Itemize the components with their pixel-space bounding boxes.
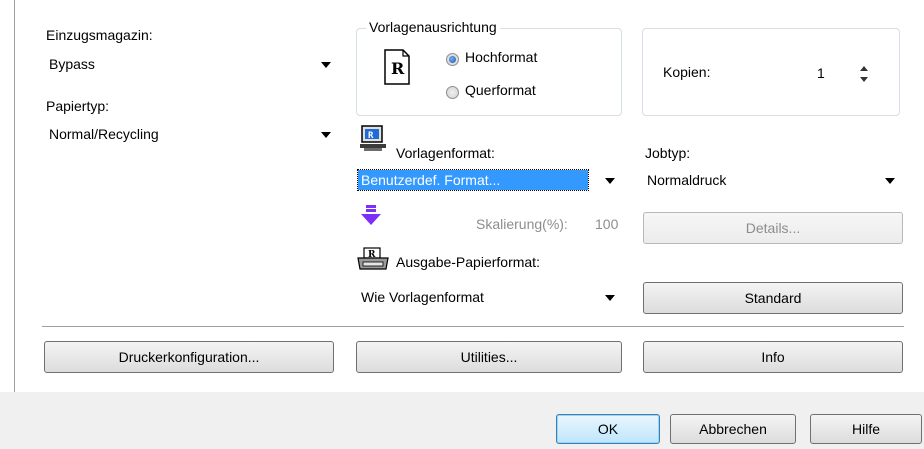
copies-input[interactable]: 1 [817,65,825,81]
output-format-select[interactable]: Wie Vorlagenformat [356,285,622,309]
output-format-value: Wie Vorlagenformat [361,289,484,305]
copies-spinner[interactable]: 1 [810,58,874,90]
separator [42,326,904,327]
output-format-label: Ausgabe-Papierformat: [396,254,540,270]
chevron-down-icon [321,62,331,68]
original-format-value: Benutzerdef. Format... [361,172,501,188]
portrait-label[interactable]: Hochformat [465,49,537,65]
landscape-radio[interactable] [446,86,459,99]
paper-type-label: Papiertyp: [46,98,110,114]
paper-type-value: Normal/Recycling [49,126,159,142]
copies-label: Kopien: [663,64,711,80]
paper-type-select[interactable]: Normal/Recycling [44,122,338,146]
chevron-down-icon [605,295,615,301]
scaling-value: 100 [595,216,619,232]
info-button[interactable]: Info [643,341,903,373]
panel-left-border [14,0,15,392]
orientation-group-label: Vorlagenausrichtung [366,19,500,35]
landscape-label[interactable]: Querformat [465,82,536,98]
job-type-label: Jobtyp: [645,145,691,161]
chevron-down-icon [885,178,895,184]
help-button[interactable]: Hilfe [810,414,922,444]
svg-text:R: R [368,131,374,141]
cancel-button[interactable]: Abbrechen [670,414,796,444]
portrait-page-icon: R [384,49,410,85]
portrait-radio[interactable] [446,53,459,66]
chevron-down-icon [321,132,331,138]
printer-config-button[interactable]: Druckerkonfiguration... [44,341,334,373]
tray-label: Einzugsmagazin: [46,27,153,43]
page-icon-letter: R [391,59,405,78]
job-type-select[interactable]: Normaldruck [642,168,902,192]
scaling-label: Skalierung(%): [476,216,568,232]
spin-arrows-icon[interactable] [857,61,871,87]
job-type-value: Normaldruck [647,172,727,188]
original-format-label: Vorlagenformat: [396,145,495,161]
monitor-icon: R [359,124,391,154]
original-format-select[interactable]: Benutzerdef. Format... [356,168,622,192]
tray-select[interactable]: Bypass [44,52,338,76]
printer-icon: R [355,247,391,273]
utilities-button[interactable]: Utilities... [356,341,622,373]
standard-button[interactable]: Standard [643,282,903,314]
chevron-down-icon [605,178,615,184]
ok-button[interactable]: OK [556,414,660,444]
tray-value: Bypass [49,56,95,72]
details-button[interactable]: Details... [643,212,903,244]
down-arrow-icon [361,205,383,227]
